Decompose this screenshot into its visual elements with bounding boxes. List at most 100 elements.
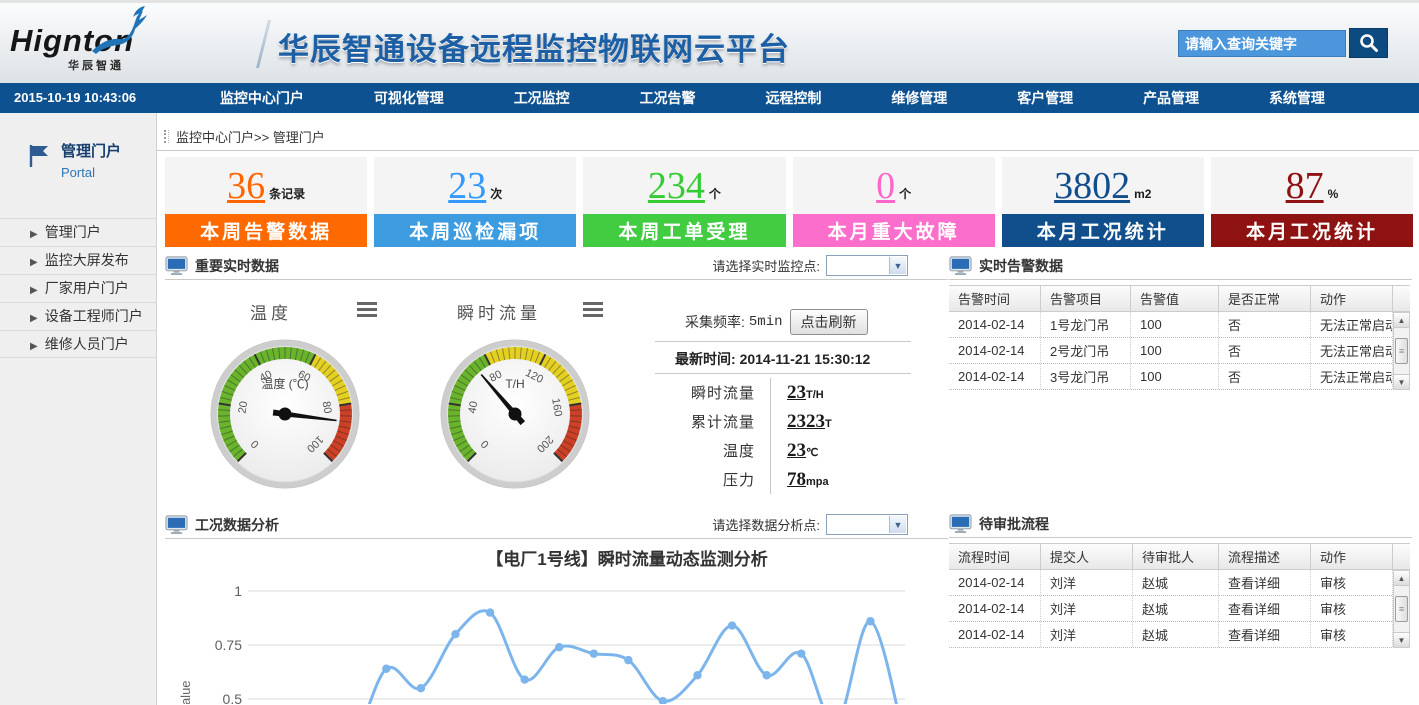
main-content: 监控中心门户>> 管理门户 36条记录本周告警数据23次本周巡检漏项234个本周…	[157, 113, 1419, 705]
sidebar-item-监控大屏发布[interactable]: ▶监控大屏发布	[0, 246, 157, 274]
nav-item-工况监控[interactable]: 工况监控	[514, 83, 570, 113]
table-row[interactable]: 2014-02-14刘洋赵城查看详细审核	[949, 596, 1410, 622]
table-row[interactable]: 2014-02-14刘洋赵城查看详细审核	[949, 570, 1410, 596]
table-cell: 否	[1219, 312, 1311, 337]
table-cell: 2014-02-14	[949, 622, 1041, 647]
breadcrumb-text: 监控中心门户>> 管理门户	[176, 127, 325, 146]
sidebar-item-管理门户[interactable]: ▶管理门户	[0, 218, 157, 246]
nav-items: 监控中心门户 可视化管理 工况监控 工况告警 远程控制 维修管理 客户管理 产品管理 系统管理	[185, 83, 1360, 113]
readout-unit: ℃	[806, 446, 818, 459]
monitor-icon	[165, 256, 188, 276]
table-scrollbar[interactable]: ▲ ≡ ▼	[1393, 312, 1410, 390]
stat-number: 87	[1286, 167, 1324, 205]
stat-value-area[interactable]: 0个	[793, 157, 995, 214]
nav-item-监控中心门户[interactable]: 监控中心门户	[220, 83, 304, 113]
table-row[interactable]: 2014-02-143号龙门吊100否无法正常启动	[949, 364, 1410, 390]
scroll-thumb[interactable]: ≡	[1395, 338, 1408, 364]
scroll-down-icon[interactable]: ▼	[1394, 632, 1409, 647]
table-cell: 审核	[1311, 622, 1393, 647]
stat-value-area[interactable]: 3802m2	[1002, 157, 1204, 214]
nav-item-远程控制[interactable]: 远程控制	[765, 83, 821, 113]
stat-value-area[interactable]: 36条记录	[165, 157, 367, 214]
column-header: 提交人	[1041, 544, 1133, 569]
table-cell: 查看详细	[1219, 622, 1311, 647]
nav-item-系统管理[interactable]: 系统管理	[1269, 83, 1325, 113]
search-input[interactable]	[1178, 30, 1346, 57]
scroll-up-icon[interactable]: ▲	[1394, 571, 1409, 586]
table-body: 2014-02-141号龙门吊100否无法正常启动2014-02-142号龙门吊…	[949, 312, 1410, 390]
nav-item-维修管理[interactable]: 维修管理	[891, 83, 947, 113]
readouts: 瞬时流量23T/H累计流量2323T温度23℃压力78mpa	[620, 378, 920, 494]
logo: Hignton 华辰智通	[10, 25, 260, 73]
hamburger-menu-icon[interactable]	[357, 302, 377, 317]
sidebar-item-维修人员门户[interactable]: ▶维修人员门户	[0, 330, 157, 358]
arrow-right-icon: ▶	[30, 257, 38, 268]
top-nav: 2015-10-19 10:43:06 监控中心门户可视化管理工况监控工况告警远…	[0, 83, 1419, 113]
table-cell: 查看详细	[1219, 596, 1311, 621]
nav-item-工况告警[interactable]: 工况告警	[640, 83, 696, 113]
realtime-panel: 重要实时数据 请选择实时监控点: ▼ 温度 瞬时流量 020406080100温…	[165, 252, 948, 511]
stat-number: 234	[648, 167, 705, 205]
monitor-icon	[949, 514, 972, 534]
table-row[interactable]: 2014-02-142号龙门吊100否无法正常启动	[949, 338, 1410, 364]
approval-table: 流程时间提交人待审批人流程描述动作2014-02-14刘洋赵城查看详细审核201…	[949, 543, 1410, 648]
scroll-up-icon[interactable]: ▲	[1394, 313, 1409, 328]
stat-unit: 条记录	[269, 185, 305, 202]
stat-unit: 个	[709, 185, 721, 202]
scroll-thumb[interactable]: ≡	[1395, 596, 1408, 622]
table-cell: 否	[1219, 338, 1311, 363]
stat-value-area[interactable]: 23次	[374, 157, 576, 214]
stat-card-本周工单受理: 234个本周工单受理	[583, 157, 785, 247]
readout-row: 瞬时流量23T/H	[620, 378, 920, 407]
svg-text:温度 (℃): 温度 (℃)	[261, 376, 308, 391]
readout-number: 23	[787, 382, 806, 404]
readout-value: 23T/H	[770, 378, 824, 407]
refresh-button[interactable]: 点击刷新	[790, 309, 868, 335]
nav-item-客户管理[interactable]: 客户管理	[1017, 83, 1073, 113]
monitor-icon	[165, 515, 188, 535]
arrow-right-icon: ▶	[30, 285, 38, 296]
sidebar-item-设备工程师门户[interactable]: ▶设备工程师门户	[0, 302, 157, 330]
table-cell: 2014-02-14	[949, 338, 1041, 363]
table-cell: 刘洋	[1041, 622, 1133, 647]
stat-card-本周巡检漏项: 23次本周巡检漏项	[374, 157, 576, 247]
analysis-point-select[interactable]: ▼	[826, 514, 908, 535]
table-cell: 3号龙门吊	[1041, 364, 1131, 389]
chevron-down-icon: ▼	[889, 257, 906, 274]
chevron-down-icon: ▼	[889, 516, 906, 533]
svg-text:0.75: 0.75	[215, 637, 242, 653]
analysis-select-label: 请选择数据分析点:	[712, 515, 820, 534]
logo-subtext: 华辰智通	[68, 57, 260, 73]
table-row[interactable]: 2014-02-141号龙门吊100否无法正常启动	[949, 312, 1410, 338]
stat-value-area[interactable]: 87%	[1211, 157, 1413, 214]
search-button[interactable]	[1349, 28, 1388, 58]
nav-item-可视化管理[interactable]: 可视化管理	[374, 83, 444, 113]
readout-label: 累计流量	[620, 411, 770, 432]
table-cell: 100	[1131, 364, 1219, 389]
column-header: 告警时间	[949, 286, 1041, 311]
column-header: 是否正常	[1219, 286, 1311, 311]
table-cell: 2014-02-14	[949, 312, 1041, 337]
table-row[interactable]: 2014-02-14刘洋赵城查看详细审核	[949, 622, 1410, 648]
divider	[655, 373, 911, 374]
monitor-point-select[interactable]: ▼	[826, 255, 908, 276]
column-header: 流程时间	[949, 544, 1041, 569]
table-cell: 100	[1131, 338, 1219, 363]
hamburger-menu-icon[interactable]	[583, 302, 603, 317]
readout-label: 瞬时流量	[620, 382, 770, 403]
flag-icon	[28, 144, 50, 168]
table-scrollbar[interactable]: ▲ ≡ ▼	[1393, 570, 1410, 648]
divider	[157, 150, 1419, 151]
svg-text:20: 20	[237, 400, 251, 414]
stat-value-area[interactable]: 234个	[583, 157, 785, 214]
arrow-right-icon: ▶	[30, 341, 38, 352]
column-header: 告警值	[1131, 286, 1219, 311]
breadcrumb: 监控中心门户>> 管理门户	[164, 127, 325, 146]
svg-text:0.5: 0.5	[223, 691, 243, 704]
arrow-right-icon: ▶	[30, 313, 38, 324]
scroll-down-icon[interactable]: ▼	[1394, 374, 1409, 389]
sidebar-item-厂家用户门户[interactable]: ▶厂家用户门户	[0, 274, 157, 302]
nav-item-产品管理[interactable]: 产品管理	[1143, 83, 1199, 113]
portal-title: 管理门户	[61, 144, 121, 161]
readout-number: 2323	[787, 411, 825, 433]
